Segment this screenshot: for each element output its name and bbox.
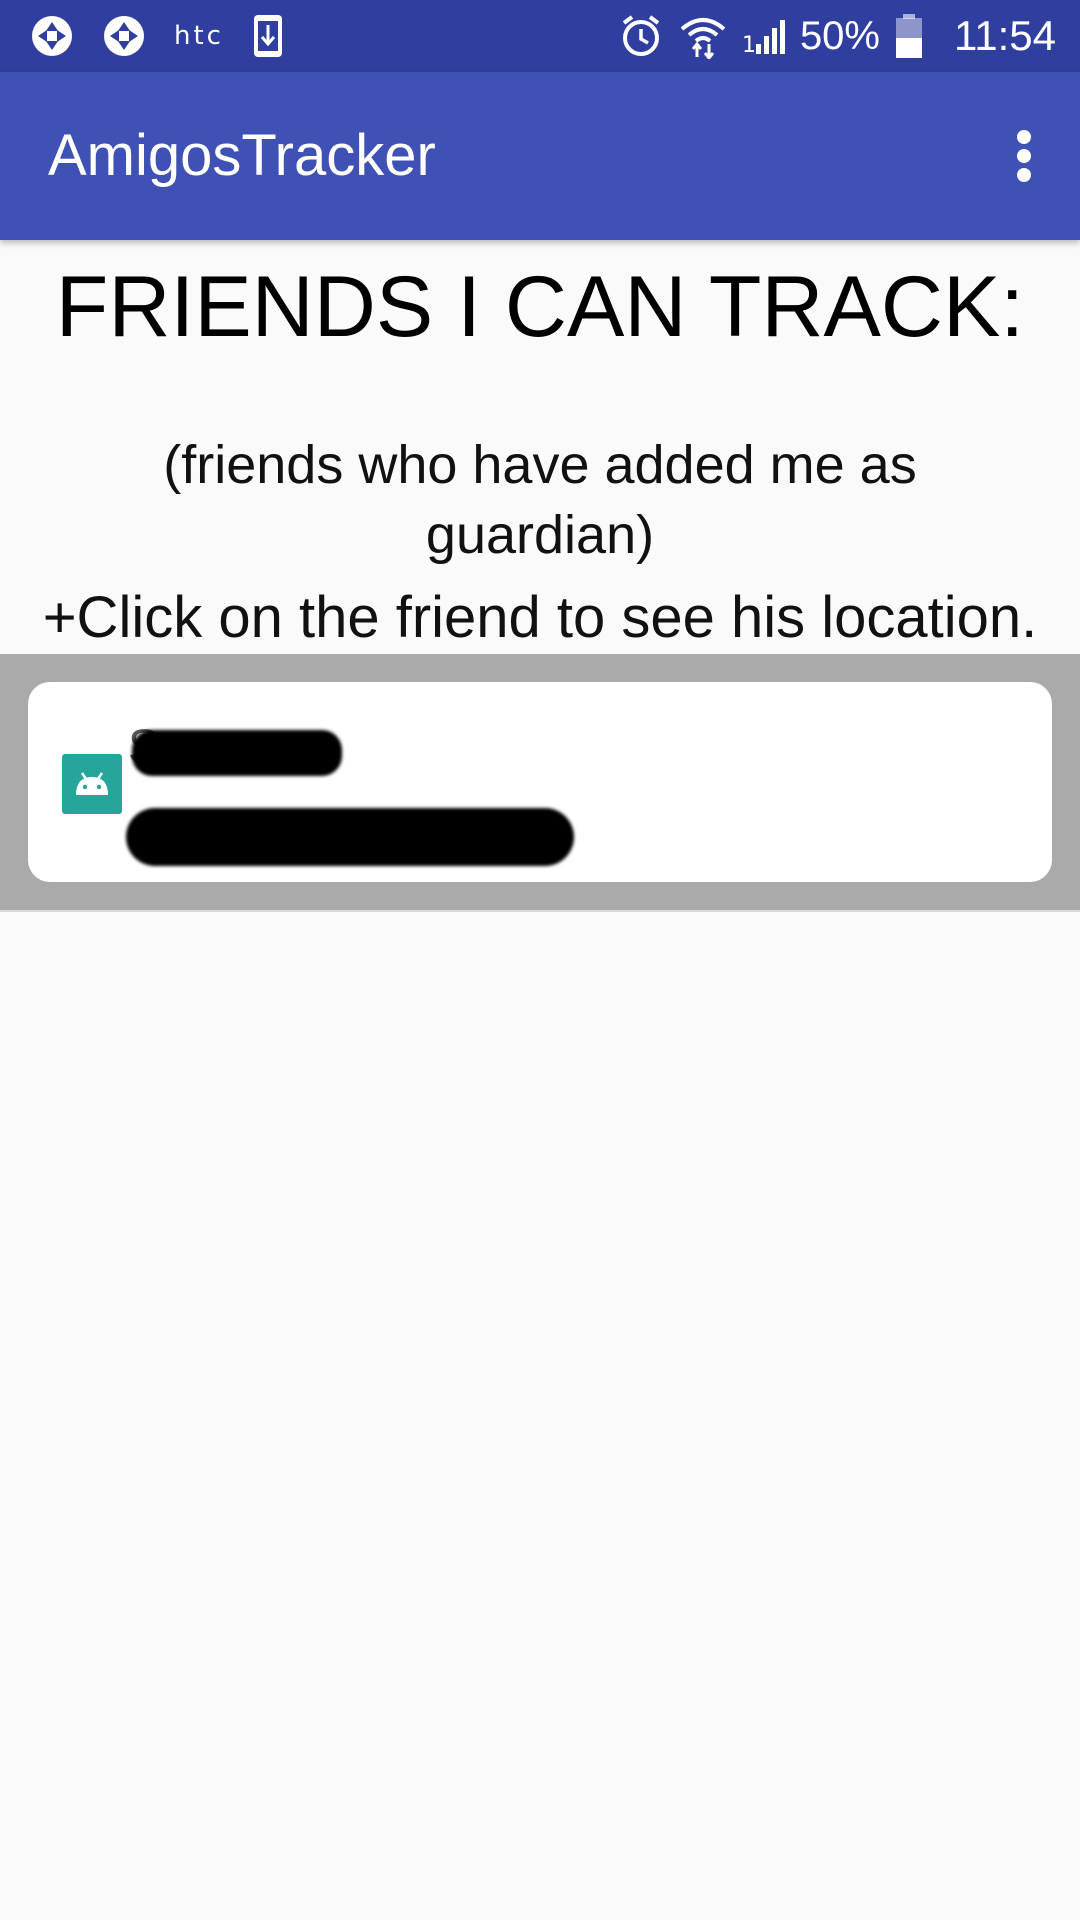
redaction-mark	[132, 730, 342, 776]
download-icon	[252, 13, 284, 59]
app-bar: AmigosTracker	[0, 72, 1080, 240]
android-icon	[62, 754, 122, 814]
battery-icon	[894, 13, 924, 59]
app-title: AmigosTracker	[48, 123, 436, 188]
page-subtitle: (friends who have added me as guardian)	[163, 435, 917, 565]
divider	[0, 910, 1080, 912]
wifi-icon	[678, 13, 728, 59]
alarm-icon	[618, 13, 664, 59]
instruction-text: +Click on the friend to see his location…	[42, 585, 1038, 650]
htc-logo: htc	[174, 21, 224, 51]
page-heading: FRIENDS I CAN TRACK:	[55, 259, 1025, 355]
status-bar-right: 1 50% 11:54	[618, 0, 1056, 72]
shutter-icon	[102, 14, 146, 58]
redaction-mark	[126, 808, 574, 866]
signal-icon: 1	[742, 16, 786, 56]
friend-list-item[interactable]: S	[28, 682, 1052, 882]
clock-time: 11:54	[954, 12, 1056, 59]
status-bar-left: htc	[30, 0, 284, 72]
shutter-icon	[30, 14, 74, 58]
svg-text:1: 1	[742, 33, 756, 56]
status-bar: htc 1 50% 11:54	[0, 0, 1080, 72]
friends-list: S	[0, 654, 1080, 910]
battery-percent: 50%	[799, 13, 880, 58]
more-vert-icon[interactable]	[994, 124, 1054, 188]
